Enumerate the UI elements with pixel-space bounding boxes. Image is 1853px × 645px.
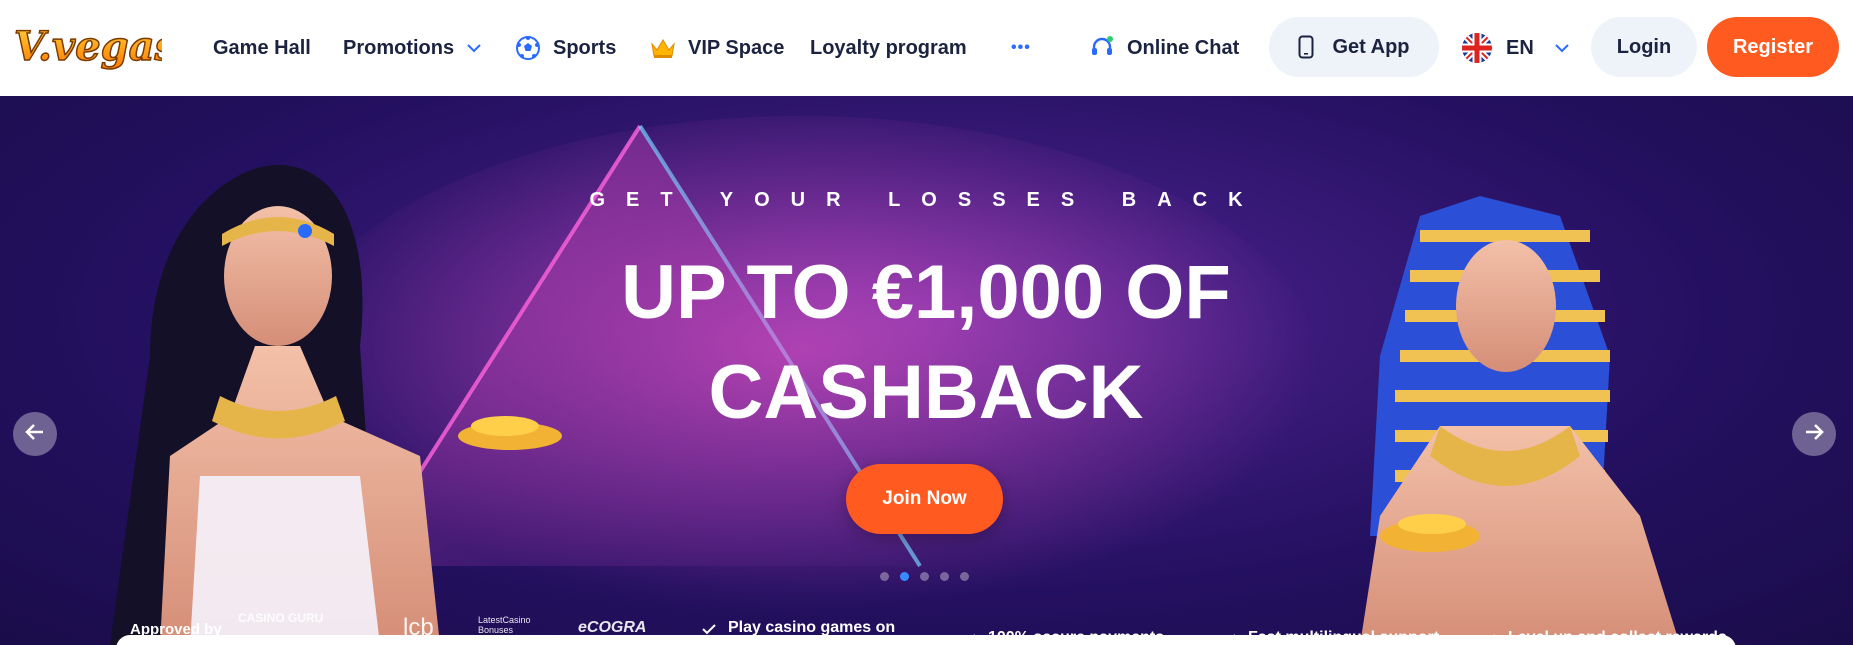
nav-loyalty-program[interactable]: Loyalty program <box>810 28 967 68</box>
arrow-right-icon <box>1803 421 1825 448</box>
carousel-next-button[interactable] <box>1792 412 1836 456</box>
get-app-button[interactable]: Get App <box>1269 17 1439 77</box>
more-menu-button[interactable]: ••• <box>1011 28 1031 68</box>
nav-sports-label: Sports <box>553 36 617 59</box>
vvegas-logo[interactable]: V.vegas <box>10 12 178 82</box>
arrow-left-icon <box>24 421 46 448</box>
nav-online-chat-label: Online Chat <box>1127 36 1240 59</box>
phone-icon <box>1298 35 1314 59</box>
content-card-edge <box>116 635 1736 645</box>
join-now-label: Join Now <box>882 488 967 509</box>
nav-online-chat[interactable]: Online Chat <box>1089 28 1239 68</box>
hero-eyebrow: GET YOUR LOSSES BACK <box>589 189 1264 211</box>
carousel-dots <box>880 572 969 581</box>
nav-loyalty-label: Loyalty program <box>810 36 967 59</box>
headset-icon <box>1089 35 1115 61</box>
register-button[interactable]: Register <box>1707 17 1839 77</box>
join-now-button[interactable]: Join Now <box>846 464 1003 534</box>
soccer-ball-icon <box>515 35 541 61</box>
nav-vip-space[interactable]: VIP Space <box>650 28 784 68</box>
carousel-dot-4[interactable] <box>940 572 949 581</box>
get-app-label: Get App <box>1332 35 1410 58</box>
casino-guru-logo: CASINO GURU <box>238 611 324 625</box>
uk-flag-icon <box>1462 33 1492 63</box>
carousel-dot-3[interactable] <box>920 572 929 581</box>
login-label: Login <box>1616 35 1672 58</box>
carousel-dot-2[interactable] <box>900 572 909 581</box>
hero-headline-line1: UP TO €1,000 OF <box>621 250 1231 335</box>
logo-wordmark: V.vegas <box>13 22 178 71</box>
more-dots-icon: ••• <box>1011 39 1031 56</box>
chevron-down-icon <box>1554 43 1570 53</box>
hero-headline-line2: CASHBACK <box>708 350 1144 435</box>
register-label: Register <box>1732 35 1814 58</box>
carousel-dot-5[interactable] <box>960 572 969 581</box>
language-label: EN <box>1506 36 1534 59</box>
language-selector[interactable]: EN <box>1462 28 1570 68</box>
nav-sports[interactable]: Sports <box>515 28 616 68</box>
nav-game-hall[interactable]: Game Hall <box>213 28 311 68</box>
nav-promotions-label: Promotions <box>343 36 455 59</box>
nav-vip-space-label: VIP Space <box>688 36 785 59</box>
carousel-dot-1[interactable] <box>880 572 889 581</box>
carousel-prev-button[interactable] <box>13 412 57 456</box>
chevron-down-icon <box>466 43 482 53</box>
nav-game-hall-label: Game Hall <box>213 36 311 59</box>
latestcasino-bonuses-logo: LatestCasino Bonuses <box>478 615 531 635</box>
crown-icon <box>650 37 676 59</box>
svg-text:V.vegas: V.vegas <box>14 23 162 70</box>
login-button[interactable]: Login <box>1591 17 1697 77</box>
nav-promotions[interactable]: Promotions <box>343 28 482 68</box>
checkmark-icon <box>702 623 716 635</box>
hero-banner: GET YOUR LOSSES BACK UP TO €1,000 OF CAS… <box>0 96 1853 645</box>
hero-headline: UP TO €1,000 OF CASHBACK <box>526 243 1326 443</box>
site-header: V.vegas Game Hall Promotions Sports VIP … <box>0 0 1853 96</box>
